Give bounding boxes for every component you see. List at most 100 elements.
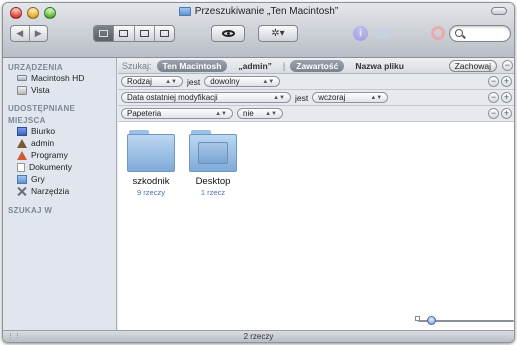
quick-look-button[interactable] <box>211 25 245 42</box>
criteria-attribute-value: Papeteria <box>127 109 162 118</box>
criteria-attribute-popup[interactable]: Papeteria ▲▼ <box>121 108 233 119</box>
sidebar-item-dokumenty[interactable]: Dokumenty <box>3 161 116 173</box>
column-view-button[interactable] <box>135 26 155 41</box>
list-view-button[interactable] <box>114 26 135 41</box>
search-scope-bar: Szukaj: Ten Macintosh „admin” | Zawartoś… <box>118 58 514 74</box>
forward-button[interactable]: ▶ <box>30 26 48 41</box>
share-icon[interactable] <box>375 28 389 39</box>
result-count: 9 rzeczy <box>137 188 165 197</box>
popup-arrows-icon: ▲▼ <box>370 94 383 101</box>
coverflow-view-icon <box>159 30 169 37</box>
back-button[interactable]: ◀ <box>11 26 30 41</box>
search-icon <box>455 29 463 37</box>
sidebar-item-label: Gry <box>31 174 45 184</box>
add-criteria-button[interactable]: + <box>501 108 512 119</box>
sidebar-item-biurko[interactable]: Biurko <box>3 125 116 137</box>
sidebar-item-narzedzia[interactable]: Narzędzia <box>3 185 116 197</box>
popup-arrows-icon: ▲▼ <box>165 78 177 85</box>
add-criteria-button[interactable]: + <box>501 92 512 103</box>
result-name: szkodnik <box>132 176 170 187</box>
popup-arrows-icon: ▲▼ <box>265 110 277 117</box>
criteria-row: Rodzaj ▲▼ jest dowolny ▲▼ − + <box>118 74 514 90</box>
save-search-button[interactable]: Zachowaj <box>448 59 497 72</box>
sidebar-item-label: admin <box>31 138 55 148</box>
icon-size-slider-knob[interactable] <box>427 316 436 325</box>
search-input[interactable] <box>449 25 511 42</box>
scope-admin-button[interactable]: „admin” <box>232 60 278 72</box>
sidebar-item-label: Programy <box>31 150 68 160</box>
info-icon[interactable]: i <box>353 26 368 41</box>
smart-folder-icon <box>178 7 191 16</box>
finder-window: Przeszukiwanie „Ten Macintosh” ◀ ▶ ✲▾ i … <box>2 2 515 343</box>
criteria-row: Papeteria ▲▼ nie ▲▼ − + <box>118 106 514 122</box>
scope-this-mac-button[interactable]: Ten Macintosh <box>156 59 228 72</box>
icon-view-button[interactable] <box>94 26 115 41</box>
criteria-operator: jest <box>295 92 309 103</box>
criteria-row-buttons: − + <box>488 76 512 87</box>
folder-icon <box>17 174 27 184</box>
icon-view-icon <box>99 30 109 37</box>
result-count: 1 rzecz <box>200 188 226 197</box>
criteria-attribute-value: Rodzaj <box>127 77 152 86</box>
result-item-szkodnik[interactable]: szkodnik 9 rzeczy <box>122 130 180 197</box>
documents-icon <box>17 162 25 172</box>
resize-grip-icon[interactable]: ⋮⋮ <box>7 333 21 340</box>
criteria-value: nie <box>243 109 254 118</box>
sidebar-item-macintosh-hd[interactable]: Macintosh HD <box>3 72 116 84</box>
nav-buttons: ◀ ▶ <box>10 25 48 42</box>
scope-filename-button[interactable]: Nazwa pliku <box>349 60 410 72</box>
sidebar-item-label: Biurko <box>31 126 56 136</box>
list-view-icon <box>119 30 129 37</box>
coverflow-view-button[interactable] <box>155 26 174 41</box>
sidebar-item-programy[interactable]: Programy <box>3 149 116 161</box>
popup-arrows-icon: ▲▼ <box>262 78 275 85</box>
search-results-pane: Szukaj: Ten Macintosh „admin” | Zawartoś… <box>118 58 514 332</box>
sidebar-heading-shared[interactable]: UDOSTĘPNIANE <box>3 104 116 113</box>
sidebar-item-vista[interactable]: Vista <box>3 84 116 96</box>
home-icon <box>17 138 27 148</box>
toolbar-toggle-button[interactable] <box>491 7 507 15</box>
sidebar-item-label: Macintosh HD <box>31 73 85 83</box>
tools-icon <box>17 187 27 196</box>
remove-criteria-button[interactable]: − <box>488 108 499 119</box>
disk-icon <box>17 85 27 95</box>
add-criteria-button[interactable]: + <box>501 76 512 87</box>
sidebar: URZĄDZENIA Macintosh HD Vista UDOSTĘPNIA… <box>3 58 117 332</box>
criteria-value-popup[interactable]: nie ▲▼ <box>237 108 283 119</box>
sidebar-item-admin[interactable]: admin <box>3 137 116 149</box>
remove-criteria-button[interactable]: − <box>488 92 499 103</box>
view-mode-buttons <box>93 25 175 42</box>
close-search-button[interactable]: − <box>502 60 513 71</box>
criteria-value-popup[interactable]: dowolny ▲▼ <box>204 76 281 87</box>
status-bar: ⋮⋮ 2 rzeczy <box>3 330 514 342</box>
result-name: Desktop <box>195 176 231 187</box>
sidebar-item-gry[interactable]: Gry <box>3 173 116 185</box>
scope-separator: | <box>282 60 286 71</box>
criteria-value-popup[interactable]: wczoraj ▲▼ <box>312 92 389 103</box>
sidebar-item-label: Dokumenty <box>29 162 72 172</box>
remove-criteria-button[interactable]: − <box>488 76 499 87</box>
action-menu-button[interactable]: ✲▾ <box>258 25 298 42</box>
status-text: 2 rzeczy <box>243 332 274 341</box>
result-item-desktop[interactable]: Desktop 1 rzecz <box>184 130 242 197</box>
criteria-row: Data ostatniej modyfikacji ▲▼ jest wczora… <box>118 90 514 106</box>
window-title-text: Przeszukiwanie „Ten Macintosh” <box>194 6 339 17</box>
desktop-icon <box>17 126 27 136</box>
hard-drive-icon <box>17 75 27 81</box>
sidebar-heading-devices[interactable]: URZĄDZENIA <box>3 63 116 72</box>
sidebar-heading-places[interactable]: MIEJSCA <box>3 116 116 125</box>
sidebar-heading-search-for[interactable]: SZUKAJ W <box>3 206 116 215</box>
criteria-operator: jest <box>187 76 201 87</box>
criteria-attribute-value: Data ostatniej modyfikacji <box>127 93 218 102</box>
criteria-attribute-popup[interactable]: Data ostatniej modyfikacji ▲▼ <box>121 92 291 103</box>
scope-contents-button[interactable]: Zawartość <box>290 59 345 72</box>
criteria-attribute-popup[interactable]: Rodzaj ▲▼ <box>121 76 183 87</box>
burn-icon[interactable] <box>431 26 445 40</box>
criteria-value: wczoraj <box>318 93 346 102</box>
criteria-row-buttons: − + <box>488 108 512 119</box>
folder-icon <box>127 130 175 172</box>
window-title: Przeszukiwanie „Ten Macintosh” <box>3 6 514 17</box>
results-icon-grid: szkodnik 9 rzeczy Desktop 1 rzecz <box>118 122 514 312</box>
popup-arrows-icon: ▲▼ <box>273 94 285 101</box>
sidebar-item-label: Vista <box>31 85 50 95</box>
